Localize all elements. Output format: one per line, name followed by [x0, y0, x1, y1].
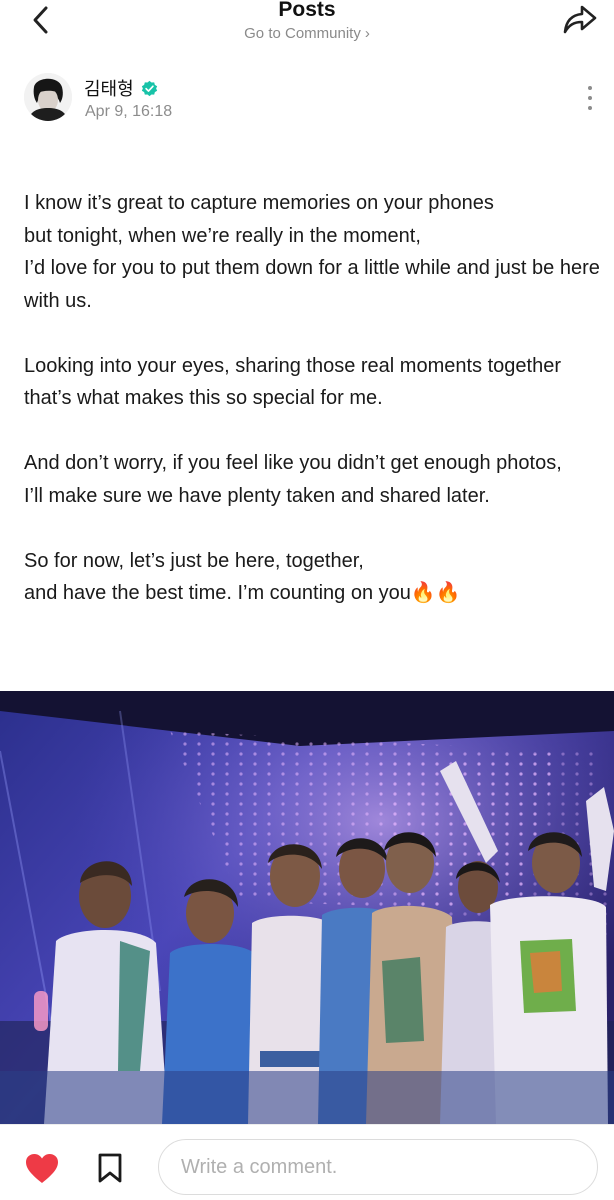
profile-photo [24, 73, 72, 121]
post-paragraph: Looking into your eyes, sharing those re… [24, 354, 561, 410]
avatar[interactable] [24, 73, 72, 121]
dot-icon [588, 106, 592, 110]
bottom-action-bar [0, 1124, 614, 1200]
like-button[interactable] [24, 1153, 60, 1185]
share-button[interactable] [561, 3, 599, 37]
bookmark-icon [98, 1153, 122, 1183]
post-paragraph: I know it’s great to capture memories on… [24, 192, 600, 312]
heart-icon [26, 1154, 58, 1183]
author-name-row[interactable]: 김태형 [84, 75, 158, 101]
dot-icon [588, 86, 592, 90]
author-name: 김태형 [84, 79, 134, 99]
post-paragraph: So for now, let’s just be here, together… [24, 549, 461, 605]
top-bar: Posts Go to Community › [0, 0, 614, 52]
chevron-right-icon: › [364, 25, 370, 42]
bookmark-button[interactable] [96, 1152, 124, 1184]
page-title: Posts [278, 0, 336, 21]
post-author: 김태형 Apr 9, 16:18 [24, 73, 594, 127]
share-arrow-icon [563, 5, 597, 34]
community-link-label: Go to Community [244, 25, 361, 42]
more-options-button[interactable] [584, 86, 596, 116]
concert-stage-photo [0, 691, 614, 1124]
post-timestamp: Apr 9, 16:18 [85, 103, 173, 120]
comment-input[interactable] [158, 1139, 598, 1195]
post-paragraph: And don’t worry, if you feel like you di… [24, 452, 562, 507]
post-photo[interactable] [0, 691, 614, 1124]
dot-icon [588, 96, 592, 100]
post-text: I know it’s great to capture memories on… [24, 187, 604, 610]
go-to-community-link[interactable]: Go to Community › [0, 25, 614, 42]
verified-badge-icon [141, 80, 157, 97]
